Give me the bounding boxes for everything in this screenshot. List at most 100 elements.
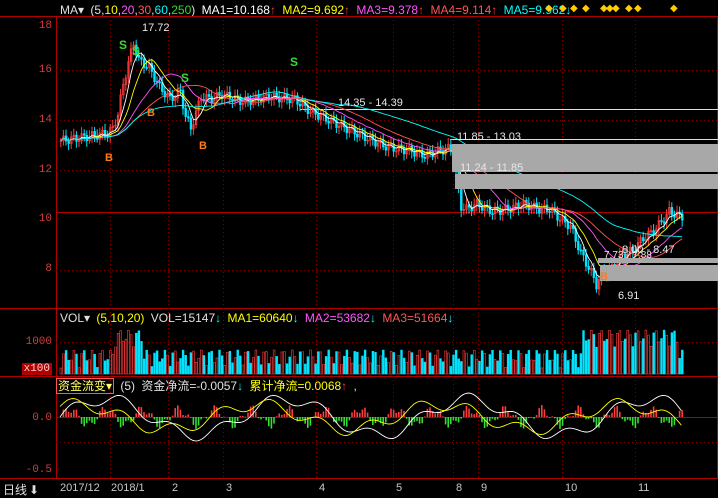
candle-body	[67, 140, 70, 144]
volume-bar	[324, 356, 328, 375]
volume-bar	[137, 330, 141, 375]
period-selector[interactable]: 日线 ⬇	[3, 481, 39, 498]
date-label: 11	[638, 482, 650, 494]
volume-bar	[480, 350, 484, 375]
flow-bar	[127, 417, 130, 421]
flow-bar	[619, 411, 621, 417]
volume-bar	[512, 359, 515, 375]
volume-bar	[540, 367, 544, 375]
date-label: 8	[456, 482, 463, 494]
flow-bar	[361, 409, 364, 417]
volume-bar	[525, 353, 528, 375]
flow-bar	[611, 412, 613, 417]
volume-bar	[111, 354, 115, 375]
volume-bar	[493, 359, 497, 375]
volume-bar	[600, 330, 603, 375]
flow-bar	[390, 408, 392, 417]
volume-bar	[343, 355, 346, 375]
flow-bar	[447, 417, 449, 428]
volume-bar	[621, 341, 624, 375]
volume-bar	[569, 359, 572, 375]
volume-bar	[444, 350, 447, 375]
flow-bar	[470, 413, 473, 417]
sell-signal: S	[290, 55, 299, 69]
volume-bar	[613, 346, 616, 375]
flow-bar	[528, 417, 530, 419]
flow-indicator-header: 资金流变▾ (5) 资金净流=-0.0057↓ 累计净流=0.0068↑ ,	[56, 378, 360, 394]
candle-body	[584, 254, 588, 267]
volume-bar	[153, 352, 156, 375]
flow-bar	[117, 417, 119, 422]
volume-bar	[603, 340, 606, 375]
flow-bar	[83, 417, 85, 427]
flow-bar	[353, 409, 356, 417]
volume-bar	[171, 352, 174, 375]
period-down-icon: ⬇	[29, 483, 40, 497]
volume-bar	[93, 353, 96, 375]
flow-bar	[543, 409, 546, 417]
volume-bar	[205, 365, 208, 375]
volume-bar	[428, 352, 432, 375]
candle-body	[345, 126, 349, 134]
volume-bar	[665, 334, 668, 375]
price-chart-canvas[interactable]	[0, 0, 718, 498]
flow-bar	[400, 409, 403, 417]
flow-bar	[671, 417, 673, 427]
flow-bar	[593, 417, 595, 423]
flow-bar	[317, 412, 319, 417]
volume-bar	[90, 350, 94, 375]
flow-bar	[494, 417, 496, 421]
flow-bar	[405, 417, 408, 419]
volume-bar	[501, 353, 505, 375]
flow-bar	[473, 414, 475, 417]
candle-body	[179, 89, 182, 92]
volume-bar	[197, 357, 200, 375]
flow-bar	[338, 417, 340, 421]
flow-bar	[281, 414, 283, 417]
volume-bar	[116, 333, 120, 375]
flow-bar	[301, 417, 304, 420]
volume-bar	[413, 365, 416, 375]
flow-bar	[546, 415, 548, 417]
volume-bar	[473, 349, 476, 375]
volume-bar	[634, 332, 637, 375]
volume-bar	[642, 338, 645, 375]
low-price-label: 6.91	[618, 290, 640, 302]
flow-bar	[239, 415, 241, 417]
volume-bar	[314, 363, 317, 375]
flow-bar	[668, 417, 670, 423]
volume-bar	[387, 362, 390, 375]
candle-body	[140, 56, 143, 60]
vol-arrow-icon: ↓	[215, 311, 222, 325]
volume-bar	[332, 363, 336, 375]
volume-bar	[519, 353, 523, 375]
volume-bar	[179, 358, 182, 375]
flow-bar	[67, 411, 70, 417]
volume-bar	[119, 330, 122, 375]
flow-bar	[533, 417, 535, 419]
flow-bar	[296, 417, 299, 422]
volume-bar	[618, 330, 622, 375]
volume-bar	[423, 361, 427, 375]
consolidation-zone	[600, 265, 718, 281]
vol-indicator-menu[interactable]: VOL▾	[60, 311, 90, 325]
candle-body	[548, 211, 551, 213]
candle-body	[298, 103, 302, 107]
volume-bar	[129, 334, 133, 375]
flow-bar	[195, 417, 197, 429]
flow-bar	[681, 410, 683, 417]
volume-bar	[101, 350, 104, 375]
flow-bar	[366, 412, 369, 417]
flow-bar	[450, 417, 452, 425]
volume-bar	[103, 360, 107, 375]
flow-bar	[143, 412, 145, 417]
volume-bar	[597, 333, 601, 375]
volume-bar	[254, 349, 258, 375]
candle-body	[168, 93, 172, 97]
volume-bar	[353, 351, 356, 375]
flow-indicator-menu[interactable]: 资金流变▾	[56, 378, 115, 394]
flow-bar	[665, 417, 668, 421]
flow-bar	[559, 417, 561, 429]
flow-bar	[283, 414, 286, 417]
flow-bar	[572, 415, 574, 417]
